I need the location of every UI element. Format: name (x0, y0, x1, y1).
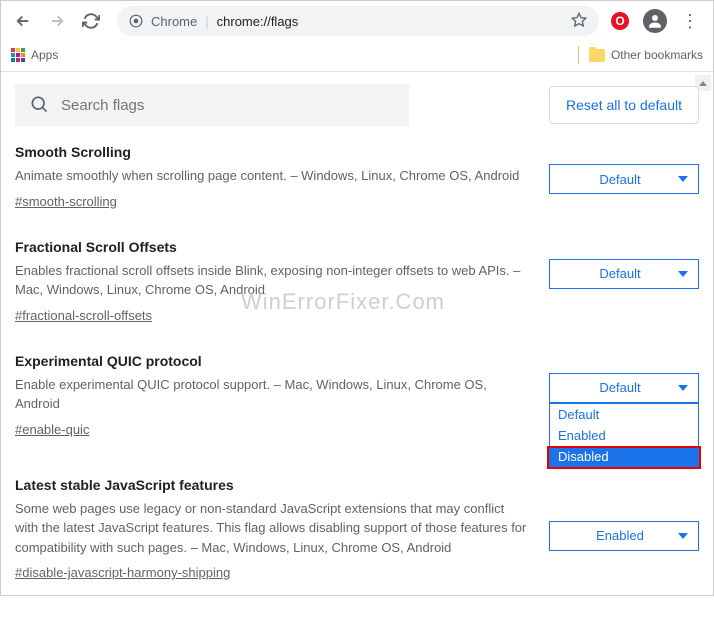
flag-select[interactable]: Default (549, 259, 699, 289)
flag-title: Fractional Scroll Offsets (15, 239, 529, 255)
chevron-down-icon (678, 176, 688, 182)
flag-title: Smooth Scrolling (15, 144, 529, 160)
flag-item: Latest stable JavaScript features Some w… (15, 477, 699, 581)
extension-icon[interactable]: O (611, 12, 629, 30)
bookmarks-bar: Apps Other bookmarks (1, 41, 713, 71)
flag-hash-link[interactable]: #enable-quic (15, 422, 89, 437)
flag-description: Animate smoothly when scrolling page con… (15, 166, 529, 186)
flag-hash-link[interactable]: #smooth-scrolling (15, 194, 117, 209)
flag-select-value: Enabled (564, 528, 676, 543)
address-bar[interactable]: Chrome | chrome://flags (117, 6, 599, 36)
reset-all-button[interactable]: Reset all to default (549, 86, 699, 124)
addr-separator: | (205, 14, 208, 29)
flag-item: Experimental QUIC protocol Enable experi… (15, 353, 699, 437)
flag-hash-link[interactable]: #fractional-scroll-offsets (15, 308, 152, 323)
flag-item: Smooth Scrolling Animate smoothly when s… (15, 144, 699, 209)
menu-button[interactable]: ⋮ (681, 11, 699, 32)
flag-description: Enable experimental QUIC protocol suppor… (15, 375, 529, 414)
browser-toolbar: Chrome | chrome://flags O ⋮ (1, 1, 713, 41)
profile-button[interactable] (643, 9, 667, 33)
chevron-down-icon (678, 533, 688, 539)
flag-select[interactable]: Default (549, 164, 699, 194)
flag-title: Experimental QUIC protocol (15, 353, 529, 369)
search-box[interactable] (15, 84, 409, 126)
flags-page: Reset all to default Smooth Scrolling An… (1, 72, 713, 622)
flag-description: Enables fractional scroll offsets inside… (15, 261, 529, 300)
dropdown-option-default[interactable]: Default (550, 404, 698, 425)
flag-item: Fractional Scroll Offsets Enables fracti… (15, 239, 699, 323)
search-icon (29, 94, 49, 117)
dropdown-option-disabled[interactable]: Disabled (550, 446, 698, 467)
flag-hash-link[interactable]: #disable-javascript-harmony-shipping (15, 565, 230, 580)
apps-button[interactable]: Apps (11, 48, 58, 62)
flag-select[interactable]: Default (549, 373, 699, 403)
addr-scheme-label: Chrome (151, 14, 197, 29)
other-bookmarks-button[interactable]: Other bookmarks (589, 48, 703, 62)
flag-select-value: Default (564, 266, 676, 281)
site-info-icon (129, 14, 143, 28)
folder-icon (589, 49, 605, 62)
bookmarks-separator (578, 46, 579, 64)
flag-description: Some web pages use legacy or non-standar… (15, 499, 529, 558)
apps-grid-icon (11, 48, 25, 62)
flag-select[interactable]: Enabled (549, 521, 699, 551)
apps-label: Apps (31, 48, 58, 62)
other-bookmarks-label: Other bookmarks (611, 48, 703, 62)
back-button[interactable] (9, 7, 37, 35)
dropdown-option-enabled[interactable]: Enabled (550, 425, 698, 446)
forward-button[interactable] (43, 7, 71, 35)
flag-select-value: Default (564, 172, 676, 187)
chevron-down-icon (678, 271, 688, 277)
search-input[interactable] (61, 97, 395, 114)
chevron-down-icon (678, 385, 688, 391)
addr-url: chrome://flags (217, 14, 299, 29)
flag-select-dropdown: Default Enabled Disabled (549, 403, 699, 468)
reload-button[interactable] (77, 7, 105, 35)
bookmark-star-icon[interactable] (571, 12, 587, 31)
flag-title: Latest stable JavaScript features (15, 477, 529, 493)
flag-select-value: Default (564, 380, 676, 395)
